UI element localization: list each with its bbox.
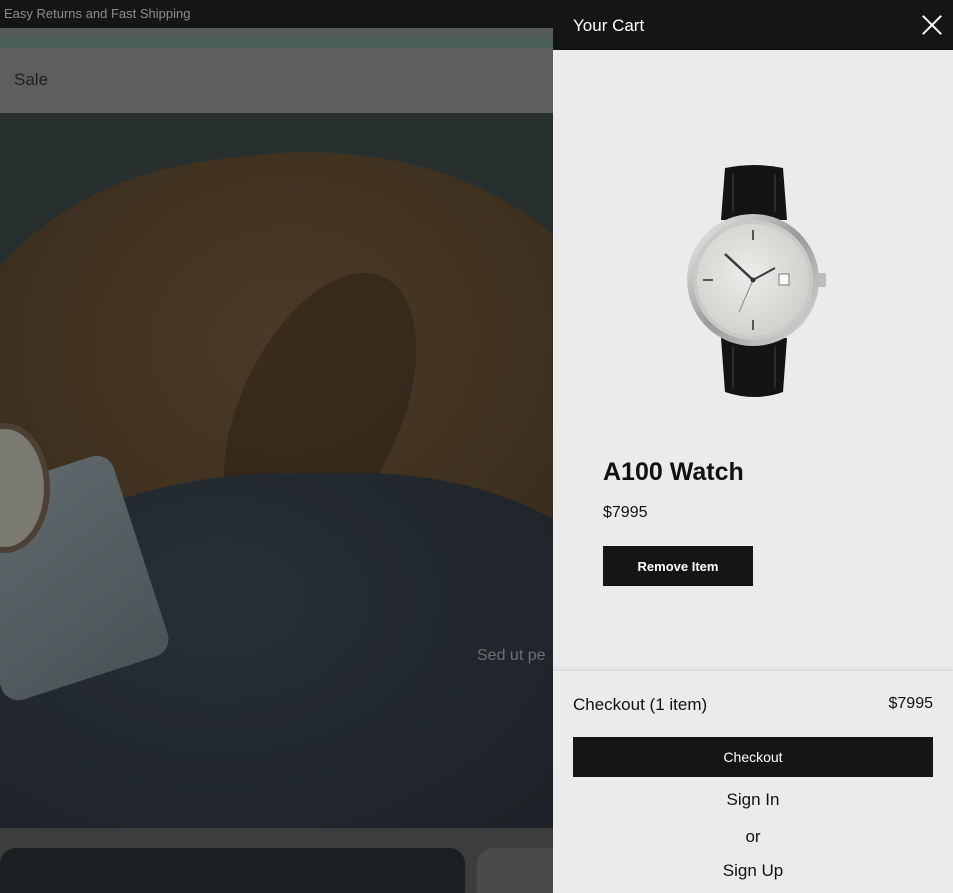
cart-header: Your Cart	[553, 0, 953, 50]
site-navbar: Sale	[0, 48, 553, 113]
or-separator: or	[745, 827, 761, 846]
sign-in-link[interactable]: Sign In	[553, 790, 953, 810]
checkout-panel: Checkout (1 item) $7995 Checkout Sign In…	[553, 670, 953, 893]
product-card	[0, 848, 465, 893]
announcement-text: Easy Returns and Fast Shipping	[4, 6, 191, 21]
remove-item-button[interactable]: Remove Item	[603, 546, 753, 586]
header-strip	[0, 28, 553, 38]
watch-image	[687, 165, 826, 397]
hero-image: Sed ut pe	[0, 113, 553, 828]
cart-item-price: $7995	[603, 504, 648, 521]
close-icon[interactable]	[919, 12, 945, 38]
nav-link-sale[interactable]: Sale	[14, 70, 48, 90]
header-strip-accent	[0, 38, 553, 48]
cart-item-name: A100 Watch	[603, 458, 744, 486]
checkout-button[interactable]: Checkout	[573, 737, 933, 777]
cart-title: Your Cart	[573, 16, 645, 35]
hero-caption: Sed ut pe	[477, 647, 546, 664]
checkout-total: $7995	[888, 695, 934, 712]
cart-drawer: Your Cart A100 Watch $7995 Remove Item C…	[553, 0, 953, 893]
checkout-count-label: Checkout (1 item)	[573, 695, 708, 714]
sign-up-link[interactable]: Sign Up	[553, 861, 953, 881]
